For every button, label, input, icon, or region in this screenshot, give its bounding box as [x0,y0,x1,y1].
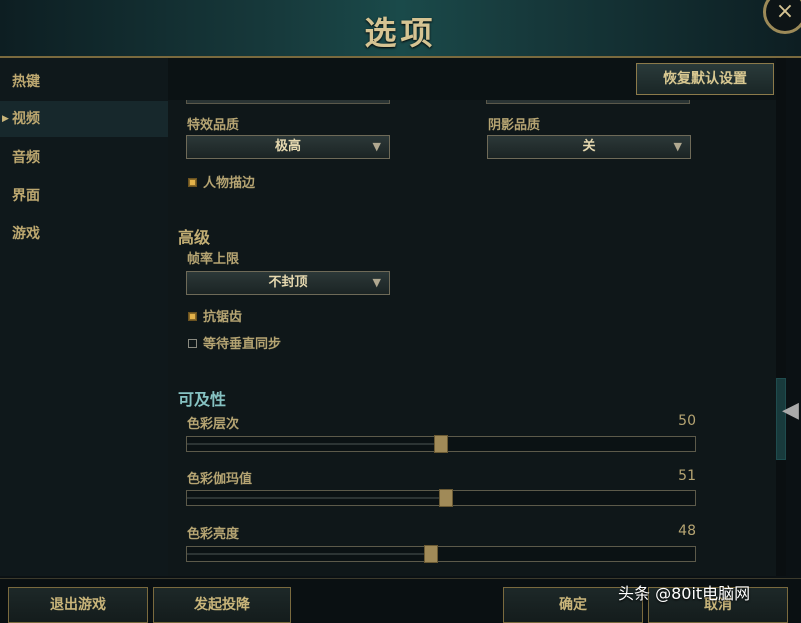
slider-fill [187,443,441,445]
select-value: 极高 [274,139,301,154]
caret-right-icon: ▶ [2,114,9,124]
surrender-button[interactable]: 发起投降 [153,587,291,623]
section-title-accessibility: 可及性 [178,390,227,409]
sidebar-item-video[interactable]: ▶ 视频 [0,101,168,137]
checkbox-checked-icon [188,312,197,321]
select-stub [486,100,690,104]
color-gamma-label: 色彩伽玛值 [187,472,253,487]
checkbox-label: 抗锯齿 [203,310,243,325]
section-title-advanced: 高级 [178,228,211,247]
slider-knob[interactable] [423,545,438,563]
select-value: 不封顶 [268,275,308,290]
sidebar-item-hotkeys[interactable]: 热键 [0,64,168,100]
vsync-checkbox[interactable]: 等待垂直同步 [188,333,281,352]
color-brightness-label: 色彩亮度 [187,527,240,542]
sidebar-item-label: 热键 [12,74,40,90]
frame-rate-select[interactable]: 不封顶 ▼ [186,271,390,295]
settings-panel: 恢复默认设置 特效品质 极高 ▼ 阴影品质 关 ▼ 人物描边 高级 帧率上限 不… [168,58,776,576]
select-value: 关 [582,139,596,154]
title-bar: 选项 [0,0,801,58]
color-gamma-value: 51 [678,468,696,484]
character-outline-checkbox[interactable]: 人物描边 [188,172,255,191]
effects-quality-select[interactable]: 极高 ▼ [186,135,390,159]
dropdown-arrow-icon: ▼ [673,140,682,153]
color-brightness-value: 48 [678,523,696,539]
checkbox-label: 人物描边 [203,176,256,191]
sidebar-item-audio[interactable]: 音频 [0,140,168,176]
color-gamma-slider[interactable] [186,489,696,507]
effects-quality-label: 特效品质 [187,118,240,133]
checkbox-label: 等待垂直同步 [203,337,282,352]
window-title: 选项 [364,14,437,52]
checkbox-checked-icon [188,178,197,187]
select-stub [186,100,390,104]
scrollbar[interactable] [776,58,786,576]
sidebar-item-label: 游戏 [12,226,40,242]
checkbox-unchecked-icon [188,339,197,348]
sidebar: 热键 ▶ 视频 音频 界面 游戏 [0,58,168,576]
slider-knob[interactable] [434,435,448,453]
shadow-quality-select[interactable]: 关 ▼ [487,135,691,159]
frame-rate-label: 帧率上限 [187,252,240,267]
color-brightness-slider[interactable] [186,545,696,563]
sidebar-item-label: 视频 [12,111,40,127]
dropdown-arrow-icon: ▼ [372,140,381,153]
color-levels-label: 色彩层次 [187,417,240,432]
options-window: 选项 × 热键 ▶ 视频 音频 界面 游戏 恢复默认设置 特效品质 极高 ▼ 阴… [0,0,801,623]
color-levels-value: 50 [678,413,696,429]
sidebar-item-label: 界面 [12,188,40,204]
mouse-cursor-icon: ◀ [782,398,799,423]
reset-defaults-button[interactable]: 恢复默认设置 [636,63,774,95]
close-icon: × [775,0,795,24]
slider-knob[interactable] [439,489,454,507]
anti-aliasing-checkbox[interactable]: 抗锯齿 [188,306,242,325]
slider-fill [187,553,431,555]
dropdown-arrow-icon: ▼ [372,276,381,289]
shadow-quality-label: 阴影品质 [488,118,541,133]
slider-fill [187,497,447,499]
color-levels-slider[interactable] [186,435,696,453]
watermark-text: 头条 @80it电脑网 [618,584,751,603]
sidebar-item-label: 音频 [12,150,40,166]
sidebar-item-game[interactable]: 游戏 [0,216,168,252]
sidebar-item-interface[interactable]: 界面 [0,178,168,214]
exit-game-button[interactable]: 退出游戏 [8,587,148,623]
